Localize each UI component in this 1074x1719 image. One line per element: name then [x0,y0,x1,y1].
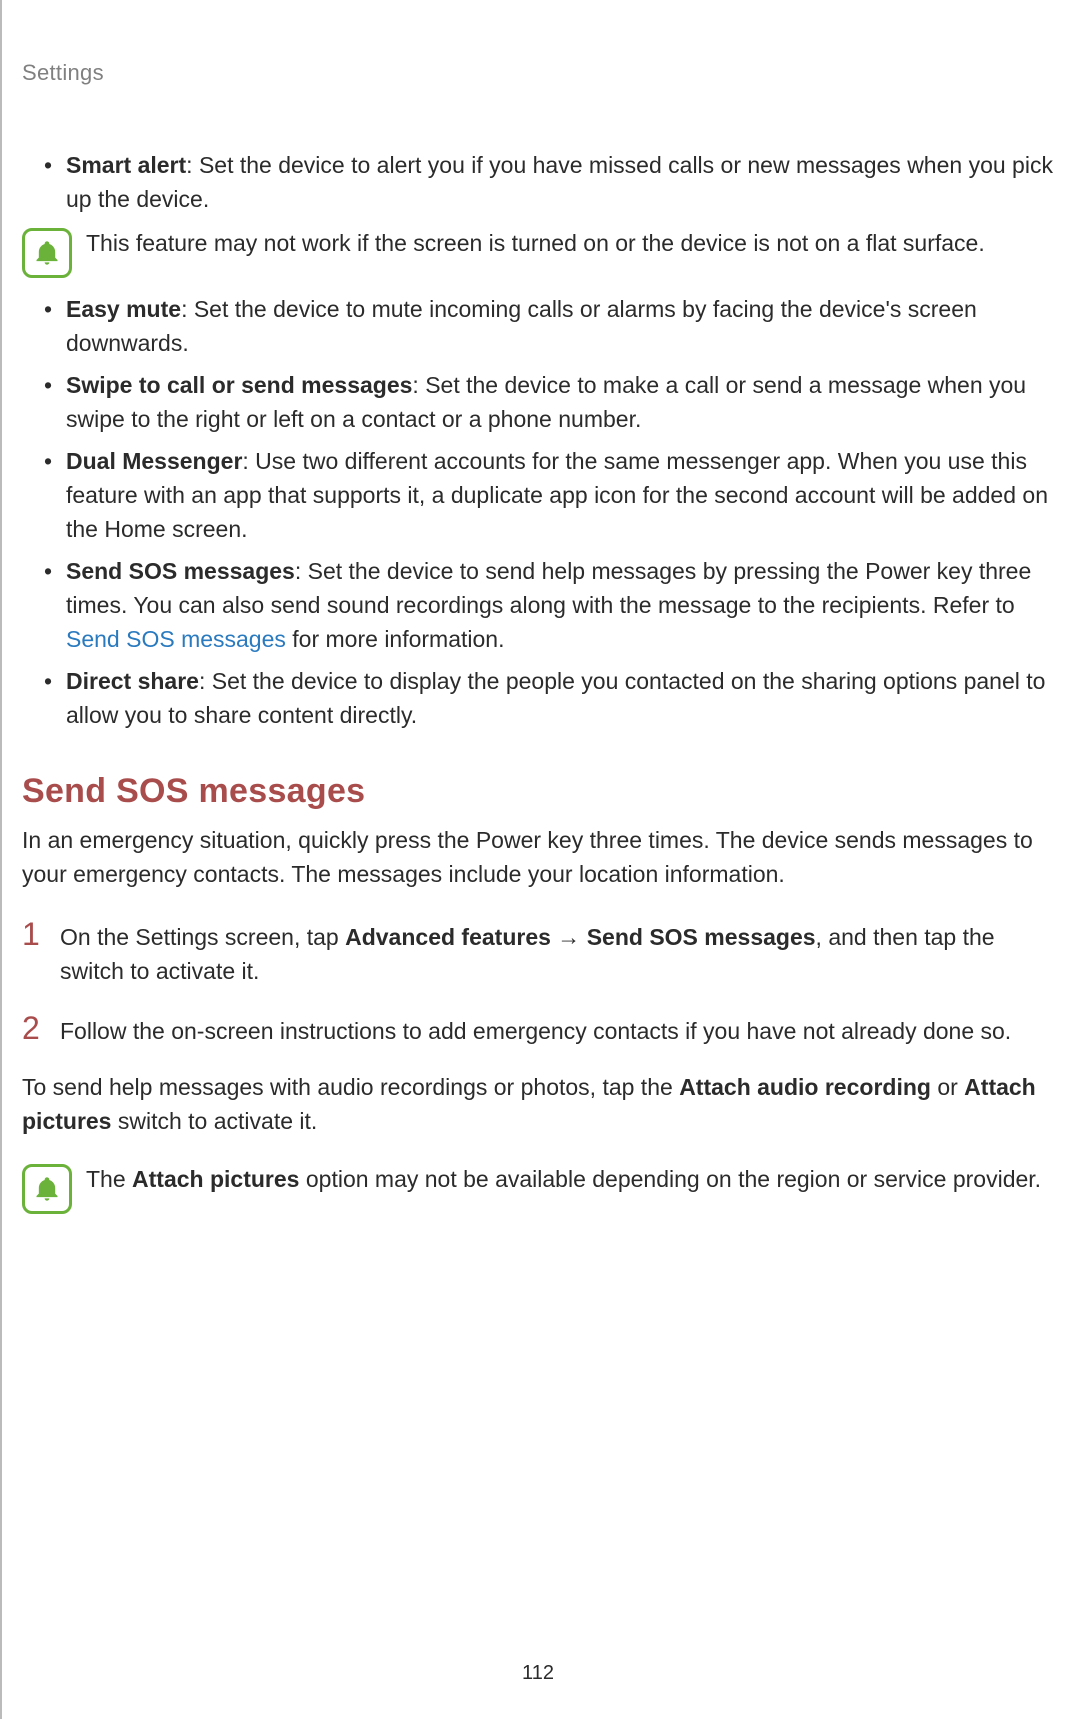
attach-b1: Attach audio recording [679,1074,931,1100]
note-attach-pictures: The Attach pictures option may not be av… [22,1162,1054,1214]
link-send-sos[interactable]: Send SOS messages [66,626,286,652]
feature-list-top: Smart alert: Set the device to alert you… [22,148,1054,216]
attach-paragraph: To send help messages with audio recordi… [22,1070,1054,1138]
feature-item-smart-alert: Smart alert: Set the device to alert you… [44,148,1054,216]
note-smart-alert: This feature may not work if the screen … [22,226,1054,278]
note2-pre: The [86,1166,132,1192]
note-text: The Attach pictures option may not be av… [86,1162,1041,1196]
section-title-send-sos: Send SOS messages [22,772,1054,811]
step1-pre: On the Settings screen, tap [60,924,345,950]
feature-item-dual-messenger: Dual Messenger: Use two different accoun… [44,444,1054,546]
feature-title: Dual Messenger [66,448,242,474]
steps-list: 1 On the Settings screen, tap Advanced f… [22,916,1054,1048]
step-number: 2 [22,1010,46,1048]
step-text: Follow the on-screen instructions to add… [60,1010,1011,1048]
feature-title: Direct share [66,668,199,694]
feature-item-swipe: Swipe to call or send messages: Set the … [44,368,1054,436]
feature-title: Send SOS messages [66,558,295,584]
feature-desc: : Set the device to alert you if you hav… [66,152,1053,212]
bell-icon [22,228,72,278]
document-page: Settings Smart alert: Set the device to … [0,0,1074,1719]
feature-desc: : Set the device to display the people y… [66,668,1045,728]
step-2: 2 Follow the on-screen instructions to a… [22,1010,1054,1048]
feature-title: Swipe to call or send messages [66,372,412,398]
step1-b1: Advanced features [345,924,551,950]
note-text: This feature may not work if the screen … [86,226,985,260]
step1-b2: Send SOS messages [587,924,816,950]
feature-item-send-sos: Send SOS messages: Set the device to sen… [44,554,1054,656]
attach-pre: To send help messages with audio recordi… [22,1074,679,1100]
step-1: 1 On the Settings screen, tap Advanced f… [22,916,1054,988]
bell-icon [22,1164,72,1214]
feature-desc-post: for more information. [286,626,505,652]
step-number: 1 [22,916,46,988]
feature-item-direct-share: Direct share: Set the device to display … [44,664,1054,732]
section-intro: In an emergency situation, quickly press… [22,823,1054,891]
feature-desc: : Set the device to mute incoming calls … [66,296,977,356]
arrow-icon: → [551,924,587,950]
page-number: 112 [522,1662,554,1685]
note2-b1: Attach pictures [132,1166,299,1192]
attach-mid: or [931,1074,964,1100]
page-header: Settings [22,60,1054,86]
note2-post: option may not be available depending on… [299,1166,1041,1192]
feature-title: Smart alert [66,152,186,178]
feature-item-easy-mute: Easy mute: Set the device to mute incomi… [44,292,1054,360]
feature-title: Easy mute [66,296,181,322]
step-text: On the Settings screen, tap Advanced fea… [60,916,1054,988]
feature-list-mid: Easy mute: Set the device to mute incomi… [22,292,1054,732]
attach-post: switch to activate it. [111,1108,317,1134]
